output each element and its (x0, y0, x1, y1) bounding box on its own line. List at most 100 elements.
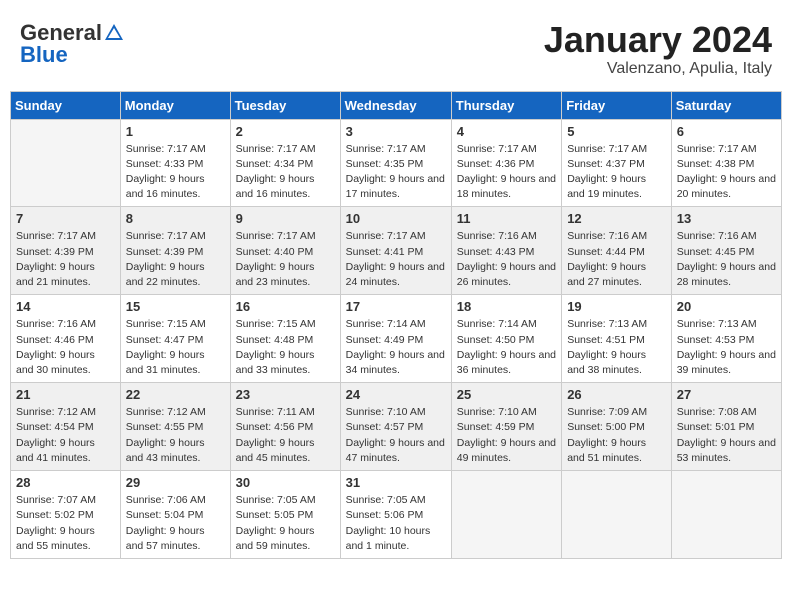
page-header: General Blue January 2024 Valenzano, Apu… (10, 10, 782, 83)
table-row: 2 Sunrise: 7:17 AMSunset: 4:34 PMDaylight… (230, 119, 340, 207)
col-wednesday: Wednesday (340, 91, 451, 119)
day-info: Sunrise: 7:17 AMSunset: 4:40 PMDaylight:… (236, 229, 335, 290)
daylight: Daylight: 9 hours and 34 minutes. (346, 349, 445, 376)
table-row: 23Sunrise: 7:11 AMSunset: 4:56 PMDayligh… (230, 383, 340, 471)
sunset: Sunset: 4:35 PM (346, 158, 424, 170)
table-row: 6Sunrise: 7:17 AMSunset: 4:38 PMDaylight… (671, 119, 781, 207)
sunset: Sunset: 4:57 PM (346, 421, 424, 433)
day-info: Sunrise: 7:12 AMSunset: 4:54 PMDaylight:… (16, 405, 115, 466)
table-row: 24Sunrise: 7:10 AMSunset: 4:57 PMDayligh… (340, 383, 451, 471)
daylight: Daylight: 9 hours and 22 minutes. (126, 261, 205, 288)
sunset: Sunset: 4:49 PM (346, 334, 424, 346)
day-number: 12 (567, 211, 666, 226)
daylight: Daylight: 9 hours and 53 minutes. (677, 437, 776, 464)
table-row: 8 Sunrise: 7:17 AMSunset: 4:39 PMDaylight… (120, 207, 230, 295)
daylight: Daylight: 9 hours and 59 minutes. (236, 525, 315, 552)
day-info: Sunrise: 7:10 AMSunset: 4:57 PMDaylight:… (346, 405, 446, 466)
day-number: 19 (567, 299, 666, 314)
day-number: 4 (457, 124, 556, 139)
logo: General Blue (20, 20, 125, 68)
day-info: Sunrise: 7:16 AM Sunset: 4:45 PM Daylight:… (677, 229, 776, 290)
sunset: Sunset: 4:37 PM (567, 158, 645, 170)
day-number: 14 (16, 299, 115, 314)
sunset: Sunset: 4:41 PM (346, 246, 424, 258)
day-info: Sunrise: 7:17 AMSunset: 4:36 PMDaylight:… (457, 142, 556, 203)
sunrise: Sunrise: 7:05 AM (346, 494, 426, 506)
sunrise: Sunrise: 7:12 AM (16, 406, 96, 418)
table-row: 20Sunrise: 7:13 AMSunset: 4:53 PMDayligh… (671, 295, 781, 383)
daylight: Daylight: 9 hours and 36 minutes. (457, 349, 556, 376)
location: Valenzano, Apulia, Italy (544, 60, 772, 78)
daylight: Daylight: 9 hours and 27 minutes. (567, 261, 646, 288)
month-year: January 2024 (544, 20, 772, 60)
day-number: 23 (236, 387, 335, 402)
day-number: 8 (126, 211, 225, 226)
daylight: Daylight: 9 hours and 49 minutes. (457, 437, 556, 464)
sunset: Sunset: 4:50 PM (457, 334, 535, 346)
sunset: Sunset: 4:59 PM (457, 421, 535, 433)
sunrise: Sunrise: 7:15 AM (236, 318, 316, 330)
sunrise: Sunrise: 7:10 AM (346, 406, 426, 418)
table-row: 11Sunrise: 7:16 AMSunset: 4:43 PMDayligh… (451, 207, 561, 295)
day-info: Sunrise: 7:06 AMSunset: 5:04 PMDaylight:… (126, 493, 225, 554)
sunset: Sunset: 4:55 PM (126, 421, 204, 433)
sunrise: Sunrise: 7:14 AM (346, 318, 426, 330)
day-number: 16 (236, 299, 335, 314)
day-info: Sunrise: 7:08 AMSunset: 5:01 PMDaylight:… (677, 405, 776, 466)
sunrise: Sunrise: 7:17 AM (236, 230, 316, 242)
table-row: 31Sunrise: 7:05 AMSunset: 5:06 PMDayligh… (340, 471, 451, 559)
table-row (562, 471, 672, 559)
day-number: 18 (457, 299, 556, 314)
day-info: Sunrise: 7:10 AMSunset: 4:59 PMDaylight:… (457, 405, 556, 466)
day-number: 27 (677, 387, 776, 402)
sunset: Sunset: 4:56 PM (236, 421, 314, 433)
sunset: Sunset: 4:45 PM (677, 246, 755, 258)
table-row: 21 Sunrise: 7:12 AMSunset: 4:54 PMDayligh… (11, 383, 121, 471)
table-row: 19 Sunrise: 7:13 AMSunset: 4:51 PMDayligh… (562, 295, 672, 383)
sunrise: Sunrise: 7:17 AM (236, 143, 316, 155)
logo-icon (103, 22, 125, 44)
day-info: Sunrise: 7:16 AMSunset: 4:44 PMDaylight:… (567, 229, 666, 290)
table-row: 7Sunrise: 7:17 AMSunset: 4:39 PMDaylight… (11, 207, 121, 295)
sunrise: Sunrise: 7:17 AM (457, 143, 537, 155)
calendar-week-row: 14Sunrise: 7:16 AMSunset: 4:46 PMDayligh… (11, 295, 782, 383)
sunrise: Sunrise: 7:17 AM (126, 230, 206, 242)
sunrise: Sunrise: 7:17 AM (346, 230, 426, 242)
day-number: 21 (16, 387, 115, 402)
sunset: Sunset: 4:38 PM (677, 158, 755, 170)
day-number: 29 (126, 475, 225, 490)
daylight: Daylight: 9 hours and 41 minutes. (16, 437, 95, 464)
table-row: 30Sunrise: 7:05 AMSunset: 5:05 PMDayligh… (230, 471, 340, 559)
table-row: 12 Sunrise: 7:16 AMSunset: 4:44 PMDayligh… (562, 207, 672, 295)
sunrise: Sunrise: 7:17 AM (567, 143, 647, 155)
sunset: Sunset: 4:40 PM (236, 246, 314, 258)
col-saturday: Saturday (671, 91, 781, 119)
table-row: 1Sunrise: 7:17 AMSunset: 4:33 PMDaylight… (120, 119, 230, 207)
sunrise: Sunrise: 7:13 AM (567, 318, 647, 330)
daylight: Daylight: 9 hours and 16 minutes. (126, 173, 205, 200)
sunset: Sunset: 4:43 PM (457, 246, 535, 258)
day-info: Sunrise: 7:13 AMSunset: 4:51 PMDaylight:… (567, 317, 666, 378)
day-info: Sunrise: 7:17 AMSunset: 4:34 PMDaylight:… (236, 142, 335, 203)
table-row: 17Sunrise: 7:14 AMSunset: 4:49 PMDayligh… (340, 295, 451, 383)
sunset: Sunset: 5:02 PM (16, 509, 94, 521)
day-info: Sunrise: 7:15 AMSunset: 4:48 PMDaylight:… (236, 317, 335, 378)
calendar-week-row: 7Sunrise: 7:17 AMSunset: 4:39 PMDaylight… (11, 207, 782, 295)
sunrise: Sunrise: 7:16 AM (677, 230, 757, 242)
sunrise: Sunrise: 7:15 AM (126, 318, 206, 330)
day-number: 11 (457, 211, 556, 226)
sunset: Sunset: 5:05 PM (236, 509, 314, 521)
day-number: 15 (126, 299, 225, 314)
col-thursday: Thursday (451, 91, 561, 119)
daylight: Daylight: 9 hours and 28 minutes. (677, 261, 776, 288)
sunset: Sunset: 5:00 PM (567, 421, 645, 433)
day-number: 2 (236, 124, 335, 139)
sunrise: Sunrise: 7:11 AM (236, 406, 315, 418)
day-info: Sunrise: 7:17 AMSunset: 4:41 PMDaylight:… (346, 229, 446, 290)
sunrise: Sunrise: 7:17 AM (677, 143, 757, 155)
daylight: Daylight: 9 hours and 39 minutes. (677, 349, 776, 376)
daylight: Daylight: 9 hours and 16 minutes. (236, 173, 315, 200)
table-row: 3Sunrise: 7:17 AMSunset: 4:35 PMDaylight… (340, 119, 451, 207)
table-row: 10Sunrise: 7:17 AMSunset: 4:41 PMDayligh… (340, 207, 451, 295)
day-info: Sunrise: 7:17 AMSunset: 4:39 PMDaylight:… (126, 229, 225, 290)
